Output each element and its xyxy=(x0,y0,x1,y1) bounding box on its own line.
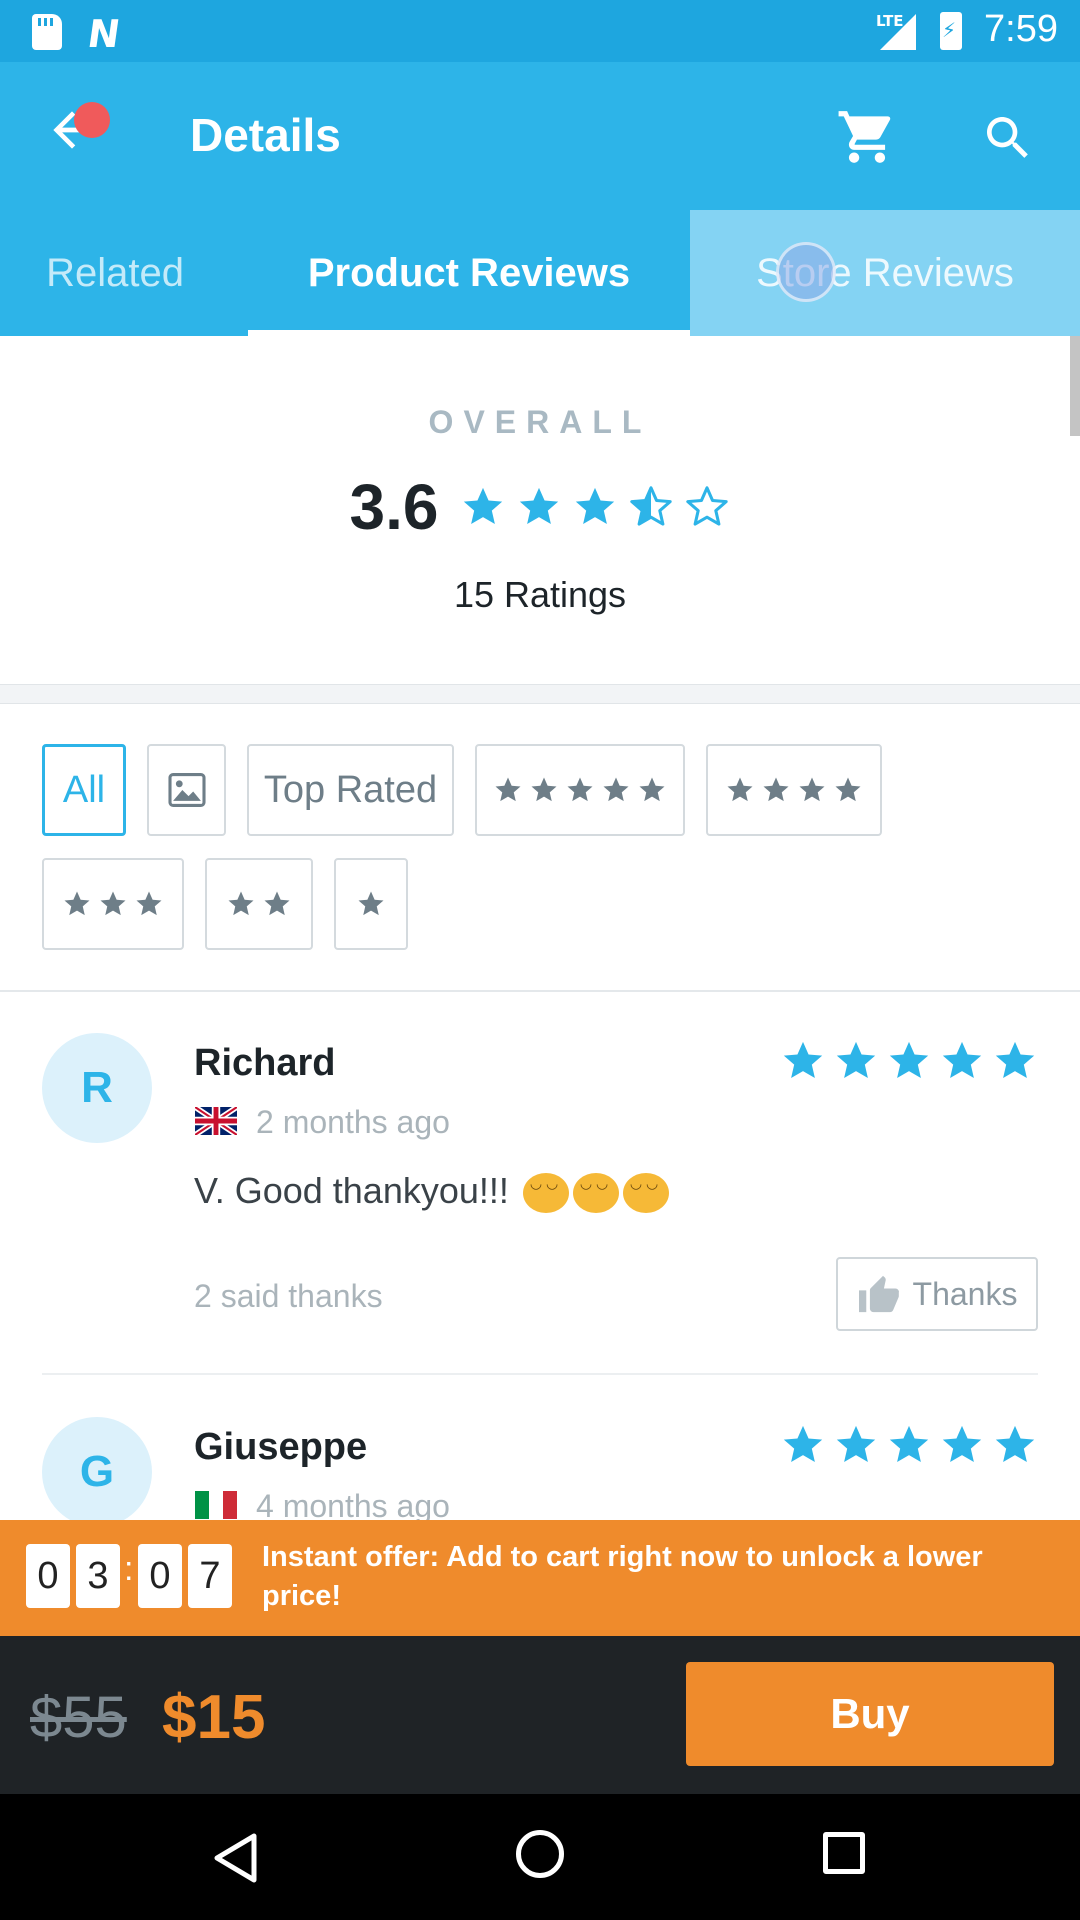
app-bar: Details xyxy=(0,62,1080,210)
search-button[interactable] xyxy=(980,110,1036,171)
star-filled-icon xyxy=(783,1425,823,1463)
star-filled-icon xyxy=(64,891,90,916)
timer-separator: : xyxy=(124,1550,134,1588)
thanks-count: 2 said thanks xyxy=(194,1278,383,1314)
review-text: V. Good thankyou!!! xyxy=(194,1170,669,1214)
overall-label: OVERALL xyxy=(428,404,652,440)
review-text-content: V. Good thankyou!!! xyxy=(194,1170,509,1211)
star-filled-icon xyxy=(464,487,503,525)
filter-1-star[interactable] xyxy=(334,858,408,950)
buy-button[interactable]: Buy xyxy=(686,1662,1054,1766)
star-half-icon xyxy=(630,486,673,526)
star-filled-icon xyxy=(763,777,789,802)
cart-icon xyxy=(838,111,891,163)
star-filled-icon xyxy=(136,891,162,916)
review-date: 2 months ago xyxy=(256,1104,450,1140)
star-filled-icon xyxy=(727,777,753,802)
italy-flag-icon xyxy=(195,1491,237,1519)
timer-digit: 3 xyxy=(76,1544,120,1608)
overall-rating: 3.6 xyxy=(0,470,1080,544)
search-icon xyxy=(987,117,1028,158)
cart-button[interactable] xyxy=(836,106,898,173)
star-filled-icon xyxy=(942,1041,982,1079)
star-filled-icon xyxy=(520,487,559,525)
star-filled-icon xyxy=(942,1425,982,1463)
page-title: Details xyxy=(190,109,341,161)
star-filled-icon xyxy=(358,891,384,916)
nav-back-button[interactable] xyxy=(212,1832,258,1889)
tab-bar: Related Product Reviews Store Reviews xyxy=(0,210,1080,336)
star-filled-icon xyxy=(799,777,825,802)
nav-recents-button[interactable] xyxy=(823,1832,865,1874)
timer-digit: 7 xyxy=(188,1544,232,1608)
nav-home-button[interactable] xyxy=(516,1830,564,1878)
smiley-emoji-icon xyxy=(572,1173,619,1214)
ratings-count: 15 Ratings xyxy=(453,574,627,615)
filter-4-stars[interactable] xyxy=(706,744,882,836)
star-filled-icon xyxy=(603,777,629,802)
star-filled-icon xyxy=(531,777,557,802)
star-filled-icon xyxy=(228,891,254,916)
clock: 7:59 xyxy=(984,8,1058,50)
star-filled-icon xyxy=(835,777,861,802)
overall-stars xyxy=(460,484,730,530)
status-bar: N LTE 7:59 xyxy=(0,0,1080,62)
overall-score: 3.6 xyxy=(349,471,439,543)
timer-digit: 0 xyxy=(138,1544,182,1608)
tab-product-reviews[interactable]: Product Reviews xyxy=(248,210,690,336)
sale-price: $15 xyxy=(162,1683,266,1752)
star-filled-icon xyxy=(567,777,593,802)
triangle-back-icon xyxy=(214,1833,257,1883)
filter-3-stars[interactable] xyxy=(42,858,184,950)
reviewer-name: Richard xyxy=(194,1042,336,1084)
uk-flag-icon xyxy=(195,1107,237,1135)
star-filled-icon xyxy=(836,1041,876,1079)
review-stars xyxy=(780,1038,1038,1084)
battery-charging-icon xyxy=(940,12,962,50)
n-logo-icon: N xyxy=(84,12,123,56)
star-filled-icon xyxy=(995,1041,1035,1079)
star-filled-icon xyxy=(576,487,615,525)
star-filled-icon xyxy=(889,1041,929,1079)
touch-indicator xyxy=(776,242,836,302)
star-filled-icon xyxy=(995,1425,1035,1463)
star-filled-icon xyxy=(495,777,521,802)
filter-2-stars[interactable] xyxy=(205,858,313,950)
sd-card-icon xyxy=(32,14,62,50)
timer-digit: 0 xyxy=(26,1544,70,1608)
tab-store-reviews[interactable]: Store Reviews xyxy=(690,210,1080,336)
filter-with-images[interactable] xyxy=(147,744,226,836)
tab-related[interactable]: Related xyxy=(0,210,230,336)
smiley-emoji-icon xyxy=(522,1173,569,1214)
smiley-emoji-icon xyxy=(622,1173,669,1214)
price-bar: $55 $15 Buy xyxy=(0,1636,1080,1794)
avatar: G xyxy=(42,1417,152,1527)
thumbs-up-icon xyxy=(858,1275,899,1313)
original-price: $55 xyxy=(30,1685,127,1750)
thanks-button[interactable]: Thanks xyxy=(836,1257,1038,1331)
avatar: R xyxy=(42,1033,152,1143)
star-filled-icon xyxy=(639,777,665,802)
star-empty-icon xyxy=(686,486,729,526)
review-stars xyxy=(780,1422,1038,1468)
system-nav-bar xyxy=(0,1794,1080,1920)
star-filled-icon xyxy=(100,891,126,916)
notification-dot xyxy=(74,102,110,138)
filter-top-rated[interactable]: Top Rated xyxy=(247,744,454,836)
image-icon xyxy=(167,773,206,807)
star-filled-icon xyxy=(264,891,290,916)
divider xyxy=(0,990,1080,992)
star-filled-icon xyxy=(836,1425,876,1463)
thanks-label: Thanks xyxy=(912,1275,1018,1312)
filter-all[interactable]: All xyxy=(42,744,126,836)
star-filled-icon xyxy=(783,1041,823,1079)
star-filled-icon xyxy=(889,1425,929,1463)
divider xyxy=(42,1373,1038,1375)
section-divider xyxy=(0,684,1080,704)
network-type: LTE xyxy=(876,12,904,30)
instant-offer-banner[interactable]: 0 3 : 0 7 Instant offer: Add to cart rig… xyxy=(0,1520,1080,1636)
reviewer-name: Giuseppe xyxy=(194,1426,368,1468)
offer-text: Instant offer: Add to cart right now to … xyxy=(262,1541,983,1612)
filter-5-stars[interactable] xyxy=(475,744,685,836)
